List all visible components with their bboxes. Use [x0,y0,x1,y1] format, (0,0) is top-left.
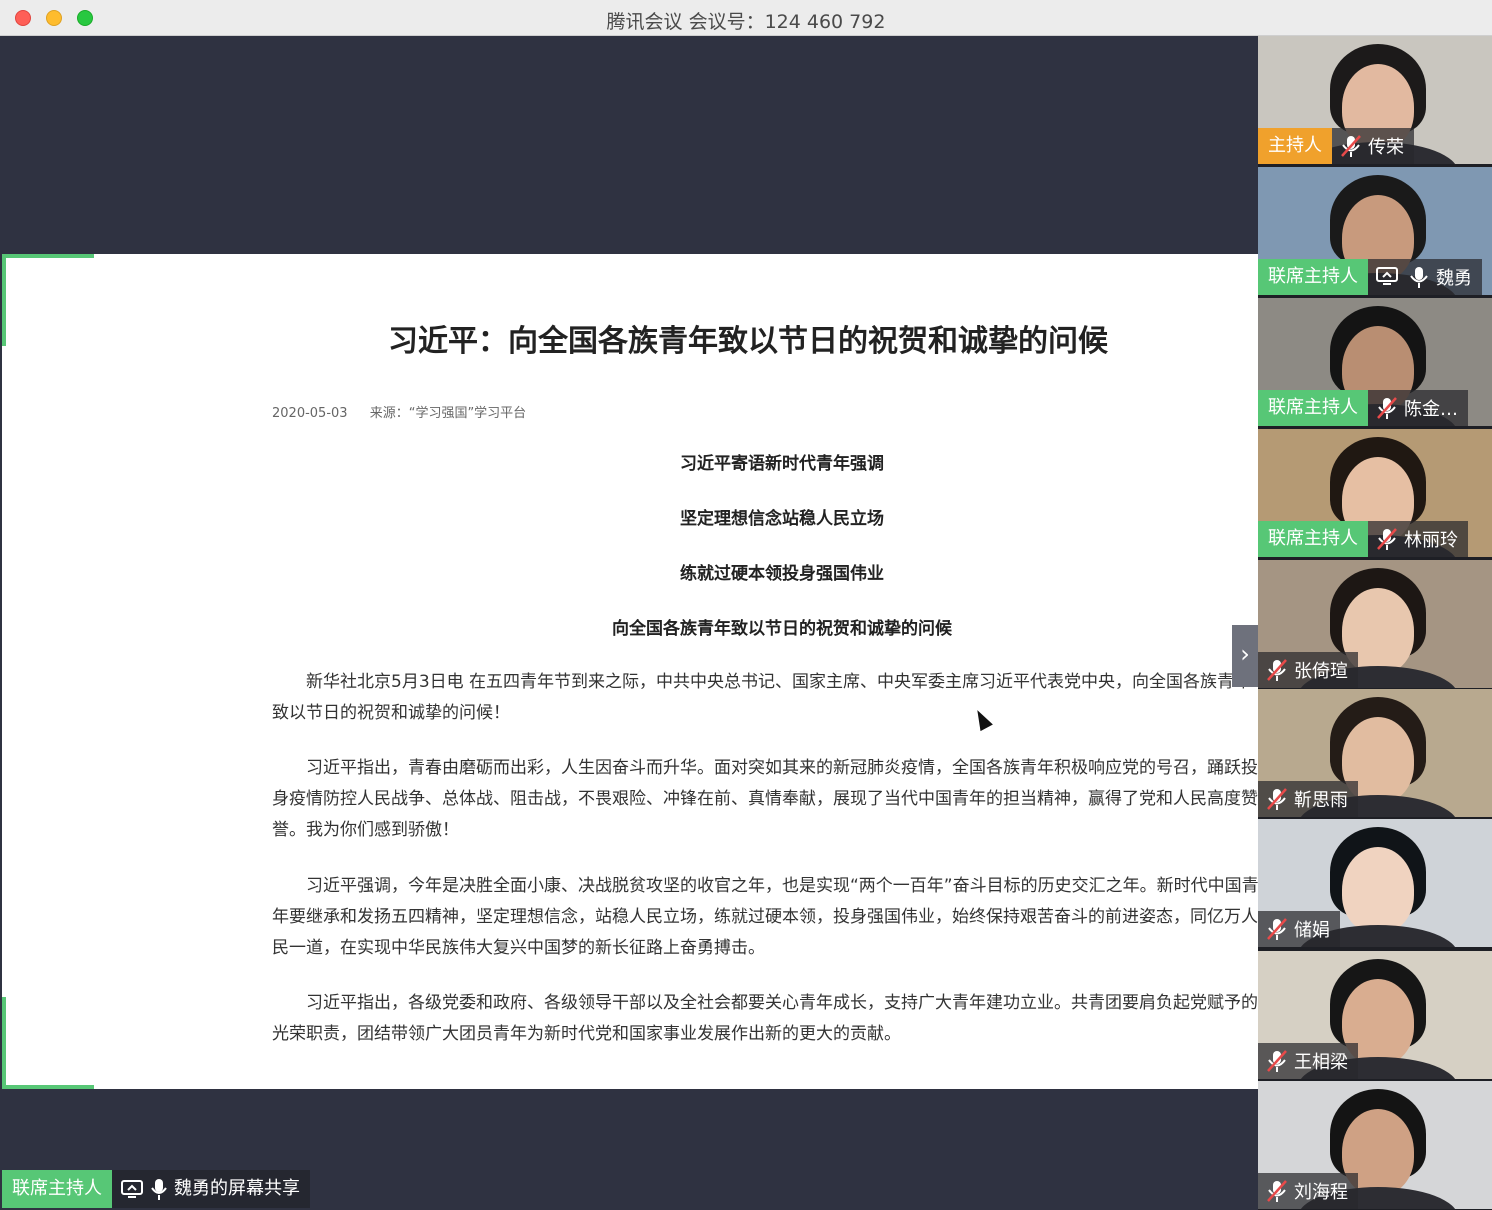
microphone-muted-icon [1264,1178,1290,1204]
share-label: 魏勇的屏幕共享 [174,1178,300,1199]
participant-role-badge: 联席主持人 [1258,521,1368,557]
participant-name: 王相梁 [1294,1052,1348,1073]
participant-role-badge: 主持人 [1258,128,1332,164]
participant-video-list: 主持人 传荣 联席主持人 魏勇 联席主持人 陈金… 联席主持人 林丽玲 张倚瑄 靳思雨 储娟 王相梁刘… [1258,36,1492,1210]
participant-name: 储娟 [1294,920,1330,941]
participant-name: 靳思雨 [1294,790,1348,811]
frame-corner-top-left-v [2,254,6,346]
microphone-muted-icon [1264,657,1290,683]
screen-share-icon [1374,264,1400,290]
article-title: 习近平：向全国各族青年致以节日的祝贺和诚挚的问候 [388,324,1108,359]
next-page-arrow-icon[interactable]: › [1232,625,1258,687]
article-date: 2020-05-03 [272,406,348,421]
participant-tile[interactable]: 张倚瑄 [1258,560,1492,688]
article-source: 来源：“学习强国”学习平台 [369,406,527,421]
headline-4: 向全国各族青年致以节日的祝贺和诚挚的问候 [612,619,952,639]
microphone-icon [1406,264,1432,290]
frame-corner-bottom-left [2,1085,94,1089]
participant-name: 魏勇 [1436,268,1472,289]
microphone-muted-icon [1374,395,1400,421]
participant-name: 张倚瑄 [1294,661,1348,682]
frame-corner-bottom-left-v [2,997,6,1089]
participant-tile[interactable]: 联席主持人 林丽玲 [1258,429,1492,557]
participant-name: 林丽玲 [1404,530,1458,551]
microphone-muted-icon [1264,916,1290,942]
participant-nameplate: 联席主持人 林丽玲 [1258,521,1468,557]
participant-tile[interactable]: 王相梁 [1258,951,1492,1079]
microphone-icon [151,1179,167,1200]
microphone-muted-icon [1338,133,1364,159]
participant-nameplate: 张倚瑄 [1258,652,1358,688]
participant-tile[interactable]: 联席主持人 陈金… [1258,298,1492,426]
participant-name: 陈金… [1404,399,1458,420]
participant-name: 刘海程 [1294,1182,1348,1203]
article-paragraph-2: 习近平指出，青春由磨砺而出彩，人生因奋斗而升华。面对突如其来的新冠肺炎疫情，全国… [272,758,1258,840]
headline-1: 习近平寄语新时代青年强调 [680,454,884,474]
participant-nameplate: 联席主持人 魏勇 [1258,259,1482,295]
window-title-bar: 腾讯会议 会议号：124 460 792 [0,0,1492,36]
participant-nameplate: 王相梁 [1258,1043,1358,1079]
article-meta: 2020-05-03 来源：“学习强国”学习平台 [272,402,544,421]
participant-nameplate: 主持人 传荣 [1258,128,1414,164]
participant-tile[interactable]: 刘海程 [1258,1081,1492,1209]
share-role-badge: 联席主持人 [2,1170,112,1208]
headline-3: 练就过硬本领投身强国伟业 [680,564,884,584]
article-paragraph-1: 新华社北京5月3日电 在五四青年节到来之际，中共中央总书记、国家主席、中央军委主… [272,672,1252,723]
screen-share-icon [121,1180,143,1198]
microphone-muted-icon [1374,526,1400,552]
frame-corner-top-left [2,254,94,258]
participant-nameplate: 靳思雨 [1258,781,1358,817]
participant-tile[interactable]: 联席主持人 魏勇 [1258,167,1492,295]
microphone-muted-icon [1264,1048,1290,1074]
participant-name: 传荣 [1368,137,1404,158]
participant-tile[interactable]: 主持人 传荣 [1258,36,1492,164]
participant-nameplate: 刘海程 [1258,1173,1358,1209]
article-paragraph-3: 习近平强调，今年是决胜全面小康、决战脱贫攻坚的收官之年，也是实现“两个一百年”奋… [272,876,1258,958]
participant-video-face [1342,847,1414,933]
participant-nameplate: 联席主持人 陈金… [1258,390,1468,426]
participant-role-badge: 联席主持人 [1258,390,1368,426]
article-paragraph-4: 习近平指出，各级党委和政府、各级领导干部以及全社会都要关心青年成长，支持广大青年… [272,993,1258,1044]
shared-document: 习近平：向全国各族青年致以节日的祝贺和诚挚的问候 2020-05-03 来源：“… [2,254,1258,1089]
share-label-group: 魏勇的屏幕共享 [112,1170,310,1208]
participant-nameplate: 储娟 [1258,911,1340,947]
microphone-muted-icon [1264,786,1290,812]
headline-2: 坚定理想信念站稳人民立场 [680,509,884,529]
participant-tile[interactable]: 储娟 [1258,819,1492,947]
window-title: 腾讯会议 会议号：124 460 792 [606,11,886,33]
participant-tile[interactable]: 靳思雨 [1258,689,1492,817]
participant-role-badge: 联席主持人 [1258,259,1368,295]
screen-share-bar: 联席主持人 魏勇的屏幕共享 [2,1170,310,1208]
shared-screen-stage: 习近平：向全国各族青年致以节日的祝贺和诚挚的问候 2020-05-03 来源：“… [0,36,1258,1210]
